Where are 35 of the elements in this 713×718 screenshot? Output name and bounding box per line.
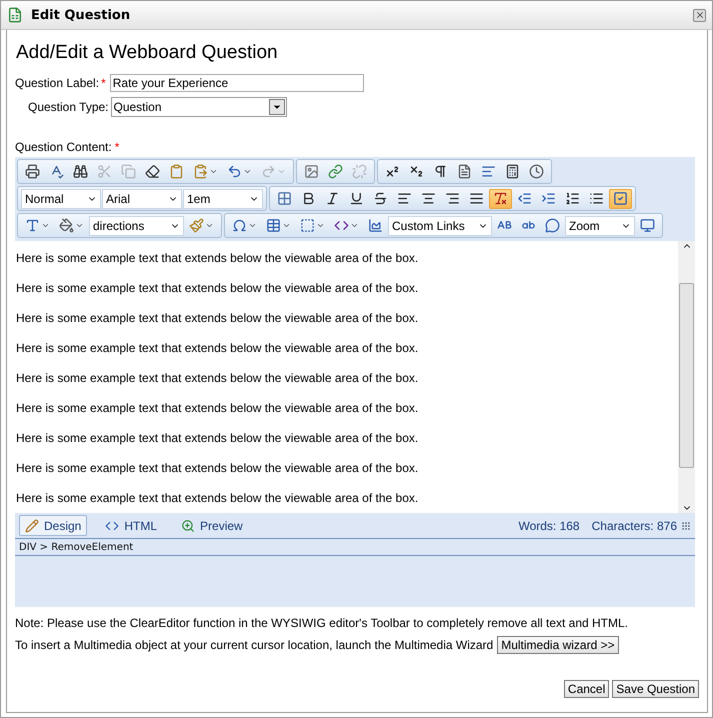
toolbar-dropdown[interactable]: 1em [183,188,263,208]
paragraph: Here is some example text that extends below the viewable area of the box. [16,371,420,386]
dialog-button[interactable]: Cancel [564,680,610,698]
mode-tab[interactable]: Design [19,515,88,536]
paragraph: Here is some example text that extends below the viewable area of the box. [16,311,420,326]
paragraph: Here is some example text that extends below the viewable area of the box. [16,251,420,266]
toolbar-dropdown[interactable]: Normal [21,188,101,208]
mode-tab[interactable]: HTML [99,515,164,536]
field-label: Question Type: [28,100,108,114]
paragraph: Here is some example text that extends below the viewable area of the box. [16,491,420,506]
required-mark: * [101,76,106,90]
paragraph: Here is some example text that extends below the viewable area of the box. [16,401,420,416]
toolbar-dropdown[interactable]: Arial [102,188,182,208]
multimedia-text: To insert a Multimedia object at your current cursor location, launch the Multimedia Wizard [15,638,494,652]
required-mark: * [114,140,120,154]
input-field[interactable]: Rate your Experience [110,74,364,92]
note-text: Note: Please use the ClearEditor function in the WYSIWIG editor's Toolbar to completely remove all text and HTML. [15,616,630,630]
character-count: Characters: 876 [592,518,677,532]
element-path: DIV > RemoveElement [19,542,134,552]
toolbar-dropdown[interactable]: Zoom [565,216,635,236]
toolbar-dropdown[interactable]: directions [89,216,184,236]
paragraph: Here is some example text that extends below the viewable area of the box. [16,341,420,356]
page-heading: Add/Edit a Webboard Question [16,42,279,64]
field-label: Question Content: [15,140,112,154]
multimedia-wizard-button[interactable]: Multimedia wizard >> [497,636,619,654]
word-count: Words: 168 [518,518,580,532]
paragraph: Here is some example text that extends below the viewable area of the box. [16,281,420,296]
dialog-button[interactable]: Save Question [612,680,699,698]
paragraph: Here is some example text that extends below the viewable area of the box. [16,431,420,446]
paragraph: Here is some example text that extends below the viewable area of the box. [16,461,420,476]
field-label: Question Label: [15,76,100,90]
window-title: Edit Question [31,8,132,22]
type-select[interactable]: Question [110,97,286,117]
mode-tab[interactable]: Preview [175,515,249,536]
toolbar-dropdown[interactable]: Custom Links [388,216,492,236]
